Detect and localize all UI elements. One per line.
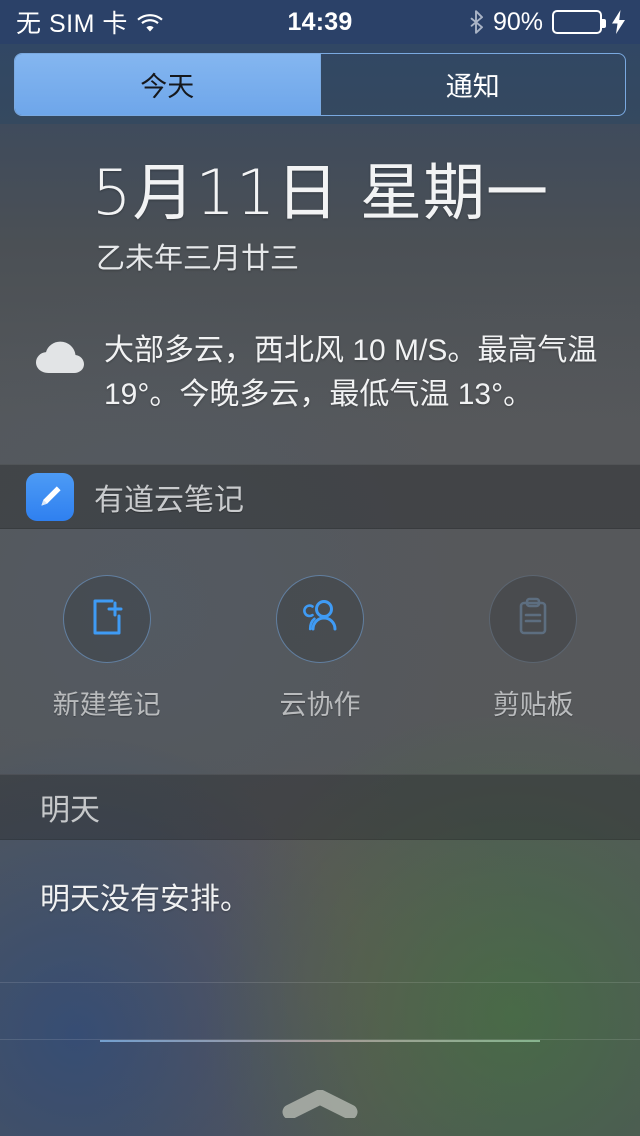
action-label-clipboard: 剪贴板 [492, 690, 574, 721]
tomorrow-widget-body: 明天没有安排。 [0, 840, 640, 958]
notification-center-screen: 无 SIM 卡 14:39 90% 今天 通知 5月11日 星期一 乙未年三月廿… [0, 0, 640, 1136]
cloud-icon [34, 329, 90, 416]
widget-title-youdao: 有道云笔记 [94, 483, 244, 517]
action-cloud-collab[interactable]: 云协作 [213, 575, 426, 722]
segmented-control[interactable]: 今天 通知 [14, 52, 626, 116]
battery-icon [552, 10, 606, 34]
action-clipboard[interactable]: 剪贴板 [427, 575, 640, 722]
people-icon [297, 596, 343, 643]
widget-header-youdao[interactable]: 有道云笔记 [0, 464, 640, 530]
notification-scroll-content[interactable]: 5月11日 星期一 乙未年三月廿三 大部多云，西北风 10 M/S。最高气温 1… [0, 124, 640, 1136]
weather-text: 大部多云，西北风 10 M/S。最高气温 19°。今晚多云，最低气温 13°。 [104, 334, 598, 411]
pencil-icon [26, 472, 74, 521]
today-summary-widget: 5月11日 星期一 乙未年三月廿三 大部多云，西北风 10 M/S。最高气温 1… [0, 124, 640, 416]
battery-percent-label: 90% [492, 7, 543, 36]
status-bar: 无 SIM 卡 14:39 90% [0, 0, 640, 44]
widget-body-youdao: 新建笔记 云协作 剪贴板 [0, 529, 640, 774]
new-note-button[interactable] [62, 575, 151, 664]
lunar-date-label: 乙未年三月廿三 [96, 243, 300, 276]
new-note-icon [84, 594, 130, 645]
tab-bar: 今天 通知 [0, 44, 640, 124]
clipboard-button[interactable] [489, 575, 578, 664]
bluetooth-icon [470, 10, 484, 34]
partial-card-accent [100, 1040, 540, 1043]
spacer-below-weather [0, 416, 640, 464]
action-label-new-note: 新建笔记 [52, 690, 161, 721]
action-label-cloud-collab: 云协作 [279, 690, 361, 721]
clipboard-icon [511, 594, 555, 645]
tomorrow-text: 明天没有安排。 [40, 883, 250, 917]
weather-summary-row: 大部多云，西北风 10 M/S。最高气温 19°。今晚多云，最低气温 13°。 [0, 329, 640, 416]
section-title-tomorrow: 明天 [40, 794, 100, 828]
cloud-collab-button[interactable] [275, 575, 364, 664]
widget-action-row: 新建笔记 云协作 剪贴板 [0, 575, 640, 722]
page-title: 5月11日 星期一 [92, 156, 550, 229]
status-bar-right: 90% [470, 0, 626, 44]
chevron-up-grabber-icon[interactable] [282, 1089, 358, 1120]
action-new-note[interactable]: 新建笔记 [0, 575, 213, 722]
tab-notifications[interactable]: 通知 [319, 53, 626, 115]
section-header-tomorrow[interactable]: 明天 [0, 774, 640, 841]
tab-today[interactable]: 今天 [15, 53, 320, 115]
lightning-bolt-icon [611, 10, 626, 34]
